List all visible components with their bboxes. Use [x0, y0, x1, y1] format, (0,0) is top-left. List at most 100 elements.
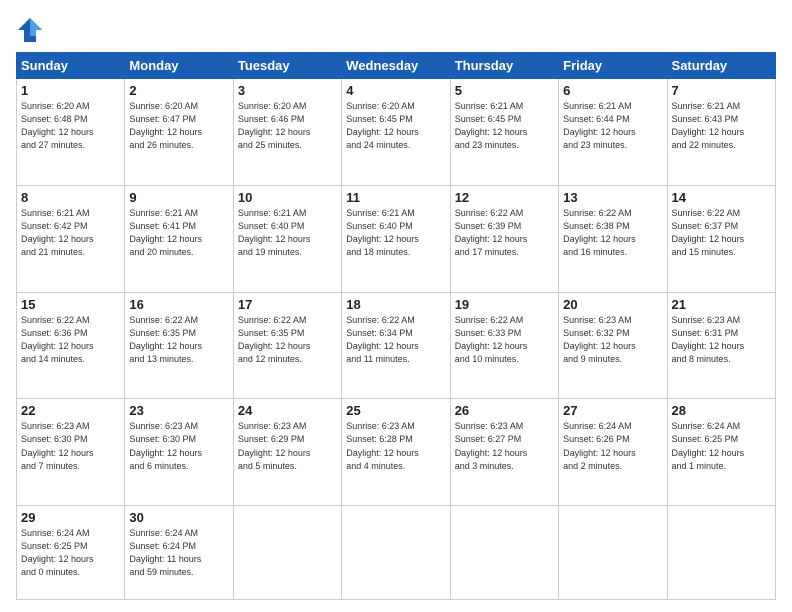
day-number: 5 — [455, 83, 554, 98]
day-number: 24 — [238, 403, 337, 418]
day-info: Sunrise: 6:24 AM Sunset: 6:25 PM Dayligh… — [672, 420, 771, 472]
calendar-cell: 16 Sunrise: 6:22 AM Sunset: 6:35 PM Dayli… — [125, 292, 233, 399]
day-info: Sunrise: 6:21 AM Sunset: 6:45 PM Dayligh… — [455, 100, 554, 152]
calendar-cell: 24 Sunrise: 6:23 AM Sunset: 6:29 PM Dayli… — [233, 399, 341, 506]
calendar-cell: 23Sunrise: 6:23 AM Sunset: 6:30 PM Dayli… — [125, 399, 233, 506]
day-info: Sunrise: 6:20 AM Sunset: 6:48 PM Dayligh… — [21, 100, 120, 152]
day-info: Sunrise: 6:21 AM Sunset: 6:40 PM Dayligh… — [238, 207, 337, 259]
day-number: 14 — [672, 190, 771, 205]
day-number: 25 — [346, 403, 445, 418]
day-info: Sunrise: 6:23 AM Sunset: 6:32 PM Dayligh… — [563, 314, 662, 366]
day-number: 12 — [455, 190, 554, 205]
day-number: 8 — [21, 190, 120, 205]
calendar-cell: 12 Sunrise: 6:22 AM Sunset: 6:39 PM Dayli… — [450, 185, 558, 292]
day-number: 26 — [455, 403, 554, 418]
calendar-header-wednesday: Wednesday — [342, 53, 450, 79]
calendar-table: SundayMondayTuesdayWednesdayThursdayFrid… — [16, 52, 776, 600]
day-number: 13 — [563, 190, 662, 205]
day-info: Sunrise: 6:23 AM Sunset: 6:30 PM Dayligh… — [21, 420, 120, 472]
day-number: 16 — [129, 297, 228, 312]
day-info: Sunrise: 6:21 AM Sunset: 6:40 PM Dayligh… — [346, 207, 445, 259]
calendar-cell: 26 Sunrise: 6:23 AM Sunset: 6:27 PM Dayli… — [450, 399, 558, 506]
day-info: Sunrise: 6:24 AM Sunset: 6:26 PM Dayligh… — [563, 420, 662, 472]
calendar-cell: 2 Sunrise: 6:20 AM Sunset: 6:47 PM Daylig… — [125, 79, 233, 186]
calendar-cell: 13 Sunrise: 6:22 AM Sunset: 6:38 PM Dayli… — [559, 185, 667, 292]
calendar-header-saturday: Saturday — [667, 53, 775, 79]
page: SundayMondayTuesdayWednesdayThursdayFrid… — [0, 0, 792, 612]
calendar-header-tuesday: Tuesday — [233, 53, 341, 79]
calendar-cell: 18Sunrise: 6:22 AM Sunset: 6:34 PM Dayli… — [342, 292, 450, 399]
logo — [16, 16, 48, 44]
day-number: 11 — [346, 190, 445, 205]
day-number: 1 — [21, 83, 120, 98]
day-number: 22 — [21, 403, 120, 418]
day-number: 2 — [129, 83, 228, 98]
day-number: 19 — [455, 297, 554, 312]
day-number: 10 — [238, 190, 337, 205]
calendar-header-friday: Friday — [559, 53, 667, 79]
day-info: Sunrise: 6:23 AM Sunset: 6:29 PM Dayligh… — [238, 420, 337, 472]
day-info: Sunrise: 6:22 AM Sunset: 6:38 PM Dayligh… — [563, 207, 662, 259]
calendar-cell: 20 Sunrise: 6:23 AM Sunset: 6:32 PM Dayli… — [559, 292, 667, 399]
day-info: Sunrise: 6:22 AM Sunset: 6:34 PM Dayligh… — [346, 314, 445, 366]
day-info: Sunrise: 6:20 AM Sunset: 6:46 PM Dayligh… — [238, 100, 337, 152]
calendar-cell: 25Sunrise: 6:23 AM Sunset: 6:28 PM Dayli… — [342, 399, 450, 506]
calendar-cell: 21Sunrise: 6:23 AM Sunset: 6:31 PM Dayli… — [667, 292, 775, 399]
day-number: 7 — [672, 83, 771, 98]
calendar-cell: 5 Sunrise: 6:21 AM Sunset: 6:45 PM Daylig… — [450, 79, 558, 186]
calendar-cell: 11 Sunrise: 6:21 AM Sunset: 6:40 PM Dayli… — [342, 185, 450, 292]
day-info: Sunrise: 6:22 AM Sunset: 6:37 PM Dayligh… — [672, 207, 771, 259]
day-info: Sunrise: 6:20 AM Sunset: 6:45 PM Dayligh… — [346, 100, 445, 152]
day-number: 3 — [238, 83, 337, 98]
day-info: Sunrise: 6:24 AM Sunset: 6:24 PM Dayligh… — [129, 527, 228, 579]
calendar-cell: 22 Sunrise: 6:23 AM Sunset: 6:30 PM Dayli… — [17, 399, 125, 506]
day-info: Sunrise: 6:23 AM Sunset: 6:27 PM Dayligh… — [455, 420, 554, 472]
calendar-week-4: 22 Sunrise: 6:23 AM Sunset: 6:30 PM Dayli… — [17, 399, 776, 506]
day-info: Sunrise: 6:22 AM Sunset: 6:33 PM Dayligh… — [455, 314, 554, 366]
calendar-cell: 8 Sunrise: 6:21 AM Sunset: 6:42 PM Daylig… — [17, 185, 125, 292]
day-info: Sunrise: 6:22 AM Sunset: 6:35 PM Dayligh… — [238, 314, 337, 366]
day-number: 20 — [563, 297, 662, 312]
day-info: Sunrise: 6:21 AM Sunset: 6:42 PM Dayligh… — [21, 207, 120, 259]
calendar-cell — [667, 506, 775, 600]
calendar-cell — [559, 506, 667, 600]
day-number: 9 — [129, 190, 228, 205]
day-info: Sunrise: 6:21 AM Sunset: 6:44 PM Dayligh… — [563, 100, 662, 152]
calendar-cell: 14 Sunrise: 6:22 AM Sunset: 6:37 PM Dayli… — [667, 185, 775, 292]
calendar-cell: 6Sunrise: 6:21 AM Sunset: 6:44 PM Daylig… — [559, 79, 667, 186]
day-number: 28 — [672, 403, 771, 418]
day-info: Sunrise: 6:24 AM Sunset: 6:25 PM Dayligh… — [21, 527, 120, 579]
calendar-cell: 9 Sunrise: 6:21 AM Sunset: 6:41 PM Daylig… — [125, 185, 233, 292]
day-info: Sunrise: 6:23 AM Sunset: 6:31 PM Dayligh… — [672, 314, 771, 366]
day-info: Sunrise: 6:21 AM Sunset: 6:41 PM Dayligh… — [129, 207, 228, 259]
calendar-cell: 7 Sunrise: 6:21 AM Sunset: 6:43 PM Daylig… — [667, 79, 775, 186]
calendar-cell: 10 Sunrise: 6:21 AM Sunset: 6:40 PM Dayli… — [233, 185, 341, 292]
day-info: Sunrise: 6:20 AM Sunset: 6:47 PM Dayligh… — [129, 100, 228, 152]
calendar-cell — [233, 506, 341, 600]
calendar-week-1: 1 Sunrise: 6:20 AM Sunset: 6:48 PM Daylig… — [17, 79, 776, 186]
day-number: 17 — [238, 297, 337, 312]
calendar-cell: 17 Sunrise: 6:22 AM Sunset: 6:35 PM Dayli… — [233, 292, 341, 399]
calendar-header-sunday: Sunday — [17, 53, 125, 79]
calendar-cell: 3 Sunrise: 6:20 AM Sunset: 6:46 PM Daylig… — [233, 79, 341, 186]
calendar-week-2: 8 Sunrise: 6:21 AM Sunset: 6:42 PM Daylig… — [17, 185, 776, 292]
day-info: Sunrise: 6:21 AM Sunset: 6:43 PM Dayligh… — [672, 100, 771, 152]
day-number: 29 — [21, 510, 120, 525]
calendar-week-3: 15 Sunrise: 6:22 AM Sunset: 6:36 PM Dayli… — [17, 292, 776, 399]
logo-icon — [16, 16, 44, 44]
day-info: Sunrise: 6:23 AM Sunset: 6:30 PM Dayligh… — [129, 420, 228, 472]
calendar-week-5: 29 Sunrise: 6:24 AM Sunset: 6:25 PM Dayli… — [17, 506, 776, 600]
day-number: 4 — [346, 83, 445, 98]
day-info: Sunrise: 6:22 AM Sunset: 6:36 PM Dayligh… — [21, 314, 120, 366]
calendar-cell: 1 Sunrise: 6:20 AM Sunset: 6:48 PM Daylig… — [17, 79, 125, 186]
calendar-header-monday: Monday — [125, 53, 233, 79]
day-number: 30 — [129, 510, 228, 525]
calendar-cell: 15 Sunrise: 6:22 AM Sunset: 6:36 PM Dayli… — [17, 292, 125, 399]
calendar-cell: 30 Sunrise: 6:24 AM Sunset: 6:24 PM Dayli… — [125, 506, 233, 600]
day-info: Sunrise: 6:22 AM Sunset: 6:39 PM Dayligh… — [455, 207, 554, 259]
day-info: Sunrise: 6:22 AM Sunset: 6:35 PM Dayligh… — [129, 314, 228, 366]
calendar-cell — [450, 506, 558, 600]
day-number: 15 — [21, 297, 120, 312]
calendar-cell: 29 Sunrise: 6:24 AM Sunset: 6:25 PM Dayli… — [17, 506, 125, 600]
calendar-cell — [342, 506, 450, 600]
